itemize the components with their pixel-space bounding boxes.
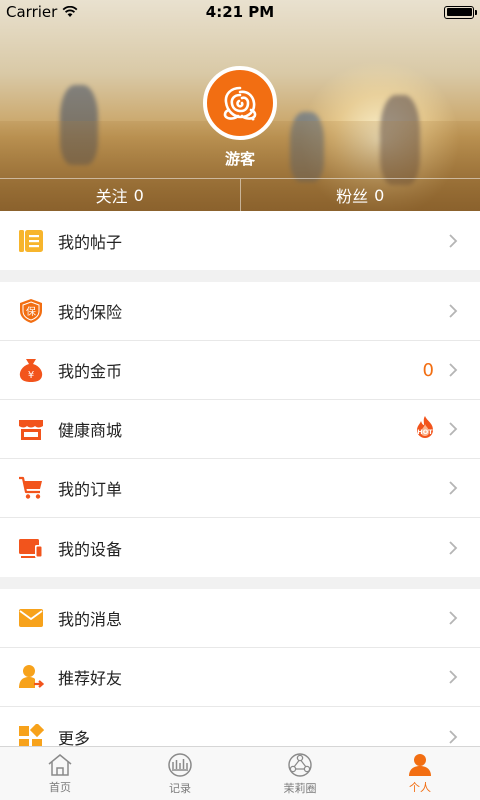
mail-icon [18,605,44,631]
circle-network-icon [288,752,312,777]
menu-item-my-devices[interactable]: 我的设备 [0,518,480,577]
chevron-right-icon [449,363,458,377]
posts-icon [18,228,44,254]
svg-text:HOT: HOT [417,428,433,436]
svg-text:保: 保 [26,305,36,318]
following-button[interactable]: 关注 0 [0,179,240,211]
avatar[interactable] [203,66,277,140]
chevron-right-icon [449,422,458,436]
chevron-right-icon [449,233,458,248]
menu-item-my-posts[interactable]: 我的帖子 [0,211,480,270]
follow-stats: 关注 0 粉丝 0 [0,178,480,211]
menu-group: 我的消息 推荐好友 更多 [0,589,480,766]
chevron-right-icon [449,481,458,495]
tab-label: 茉莉圈 [283,781,317,795]
devices-icon [18,535,44,561]
menu-item-my-orders[interactable]: 我的订单 [0,459,480,518]
menu-item-my-messages[interactable]: 我的消息 [0,589,480,648]
following-label: 关注 [95,187,128,206]
menu-item-label: 我的金币 [58,362,123,381]
store-icon [18,416,44,442]
tab-profile[interactable]: 个人 [360,747,480,800]
menu-item-label: 我的设备 [58,539,123,559]
coin-bag-icon: ¥ [18,357,44,383]
menu-item-recommend-friends[interactable]: 推荐好友 [0,648,480,707]
nickname[interactable]: 游客 [0,148,480,169]
menu-item-label: 我的订单 [58,480,123,499]
chevron-right-icon [449,540,458,555]
menu-item-health-store[interactable]: 健康商城 HOT [0,400,480,459]
tab-record[interactable]: 记录 [120,747,240,800]
insurance-shield-icon: 保 [18,298,44,324]
following-count: 0 [133,185,144,205]
menu-group: 我的帖子 [0,211,480,270]
cart-icon [18,475,44,501]
tab-label: 个人 [409,780,431,794]
profile-header: 游客 关注 0 粉丝 0 [0,0,480,211]
tab-label: 记录 [169,781,191,795]
tab-label: 首页 [49,780,71,794]
menu-item-my-insurance[interactable]: 保 我的保险 [0,282,480,341]
status-bar: Carrier 4:21 PM [0,0,480,24]
hot-badge-icon: HOT [414,415,436,443]
chevron-right-icon [449,304,458,318]
recommend-friend-icon [18,664,44,690]
tab-jasmine-circle[interactable]: 茉莉圈 [240,747,360,800]
menu-list: 我的帖子 保 我的保险 ¥ 我的金币 0 健康商城 HOT 我的订单 我的设备 … [0,211,480,766]
home-icon [48,753,72,776]
menu-item-label: 我的帖子 [58,232,123,252]
fans-button[interactable]: 粉丝 0 [239,179,480,211]
coin-count: 0 [422,359,434,381]
carrier-label: Carrier [6,3,58,21]
wifi-icon [62,6,78,17]
chevron-right-icon [449,729,458,744]
tab-bar: 首页 记录 茉莉圈 个人 [0,746,480,800]
menu-item-label: 推荐好友 [58,669,123,688]
menu-group: 保 我的保险 ¥ 我的金币 0 健康商城 HOT 我的订单 我的设备 [0,282,480,577]
battery-icon [444,5,477,19]
person-icon [409,753,431,776]
menu-item-my-coins[interactable]: ¥ 我的金币 0 [0,341,480,400]
tab-home[interactable]: 首页 [0,747,120,800]
fans-label: 粉丝 [336,187,369,206]
chevron-right-icon [449,611,458,625]
menu-item-label: 更多 [58,728,91,748]
menu-item-label: 我的保险 [58,303,123,322]
record-icon [168,752,192,777]
menu-item-label: 健康商城 [58,421,123,440]
chevron-right-icon [449,670,458,684]
svg-text:¥: ¥ [28,370,34,381]
fans-count: 0 [374,185,385,205]
menu-item-label: 我的消息 [58,610,123,629]
rose-logo-icon [223,86,257,121]
